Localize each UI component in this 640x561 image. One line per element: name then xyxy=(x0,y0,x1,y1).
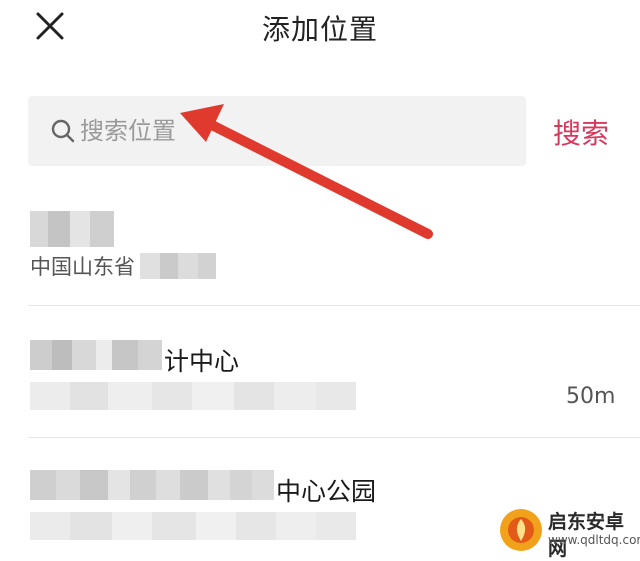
search-input[interactable] xyxy=(78,110,502,152)
watermark-logo-icon xyxy=(500,509,542,551)
blurred-name xyxy=(30,211,114,247)
watermark-url: www.qdltdq.com xyxy=(548,533,640,547)
search-icon xyxy=(51,119,75,143)
blurred-name xyxy=(30,470,274,500)
watermark: 启东安卓网 www.qdltdq.com xyxy=(496,503,640,560)
blurred-address xyxy=(30,512,356,540)
search-button[interactable]: 搜索 xyxy=(553,112,609,152)
result-name: 中心公园 xyxy=(276,477,377,506)
result-address: 中国山东省 xyxy=(30,255,135,279)
blurred-address xyxy=(140,253,216,279)
page-title: 添加位置 xyxy=(261,13,378,46)
blurred-name xyxy=(30,340,162,370)
search-box[interactable] xyxy=(28,96,526,166)
header: 添加位置 xyxy=(0,0,640,56)
location-result[interactable]: 中国山东省 xyxy=(0,205,640,305)
result-name: 计中心 xyxy=(164,347,240,376)
result-distance: 50m xyxy=(566,384,616,409)
location-result[interactable]: 计中心 50m xyxy=(0,306,640,437)
blurred-address xyxy=(30,382,356,410)
